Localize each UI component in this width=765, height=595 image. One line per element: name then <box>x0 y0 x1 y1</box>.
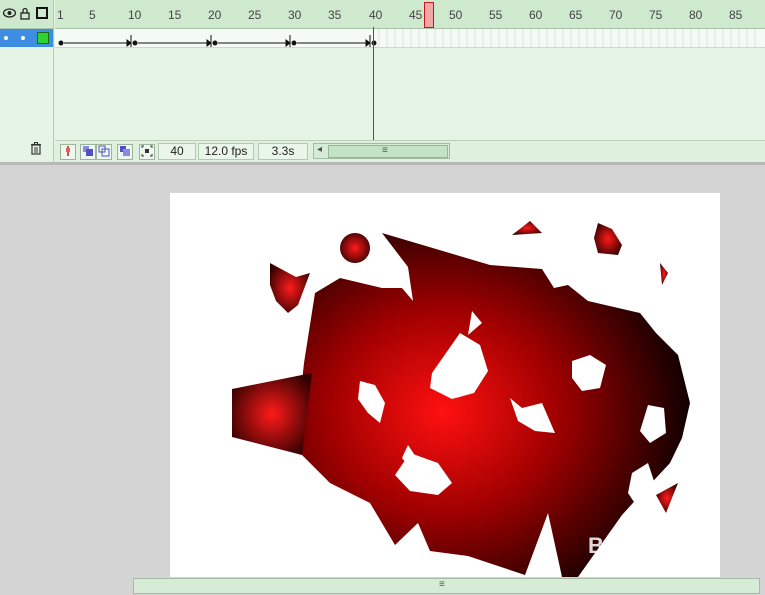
ruler-label: 50 <box>449 8 463 22</box>
red-gradient-artwork[interactable] <box>170 193 720 577</box>
ruler-label: 85 <box>729 8 743 22</box>
layer-column <box>0 0 54 162</box>
ruler-label: 55 <box>489 8 503 22</box>
watermark-url: jingyan.baidu.com <box>595 560 676 571</box>
ruler-label: 1 <box>57 8 64 22</box>
tween-track[interactable] <box>55 29 765 47</box>
scroll-thumb[interactable]: ≡ <box>328 145 448 158</box>
lock-icon[interactable] <box>18 6 32 20</box>
ruler-label: 45 <box>409 8 423 22</box>
ruler-label: 70 <box>609 8 623 22</box>
ruler-label: 10 <box>128 8 142 22</box>
lock-dot[interactable] <box>21 36 25 40</box>
onion-skin-icon[interactable] <box>80 144 96 160</box>
edit-multiple-icon[interactable] <box>117 144 133 160</box>
timeline-panel: 1 5 10 15 20 25 30 35 40 45 50 55 60 65 … <box>0 0 765 162</box>
modify-markers-icon[interactable] <box>139 144 155 160</box>
ruler-label: 15 <box>168 8 182 22</box>
layer-header <box>0 0 53 29</box>
ruler-label: 60 <box>529 8 543 22</box>
onion-outline-icon[interactable] <box>96 144 112 160</box>
layer-outline-color[interactable] <box>37 32 49 44</box>
outline-box-icon[interactable] <box>35 6 49 20</box>
watermark-logo: Bai du 经验 <box>588 533 706 558</box>
onion-center-icon[interactable] <box>60 144 76 160</box>
frame-rate-field[interactable]: 12.0 fps <box>198 143 254 160</box>
ruler-label: 20 <box>208 8 222 22</box>
layer-row-selected[interactable] <box>0 29 53 47</box>
timeline-empty-area <box>55 48 765 140</box>
stage-canvas[interactable] <box>170 193 720 577</box>
grip-icon: ≡ <box>382 145 388 156</box>
timeline-horizontal-scrollbar[interactable]: ◂ ≡ <box>313 143 450 159</box>
visibility-dot[interactable] <box>4 36 8 40</box>
ruler-label: 80 <box>689 8 703 22</box>
grip-icon: ≡ <box>439 579 445 590</box>
ruler-label: 30 <box>288 8 302 22</box>
ruler-label: 75 <box>649 8 663 22</box>
ruler-label: 40 <box>369 8 383 22</box>
ruler-label: 25 <box>248 8 262 22</box>
stage-horizontal-scrollbar[interactable]: ≡ <box>133 578 760 594</box>
ruler-label: 65 <box>569 8 583 22</box>
scroll-left-arrow-icon[interactable]: ◂ <box>317 144 322 155</box>
playhead-line <box>373 27 374 140</box>
current-frame-field[interactable]: 40 <box>158 143 196 160</box>
timeline-status-bar: 40 12.0 fps 3.3s ◂ ≡ <box>55 140 765 162</box>
eye-icon[interactable] <box>2 6 16 20</box>
frame-ruler[interactable]: 1 5 10 15 20 25 30 35 40 45 50 55 60 65 … <box>55 0 765 29</box>
playhead-handle[interactable] <box>424 2 434 28</box>
trash-icon[interactable] <box>30 142 42 158</box>
elapsed-time-field: 3.3s <box>258 143 308 160</box>
ruler-label: 35 <box>328 8 342 22</box>
layer-frames[interactable] <box>55 29 765 48</box>
ruler-label: 5 <box>89 8 96 22</box>
